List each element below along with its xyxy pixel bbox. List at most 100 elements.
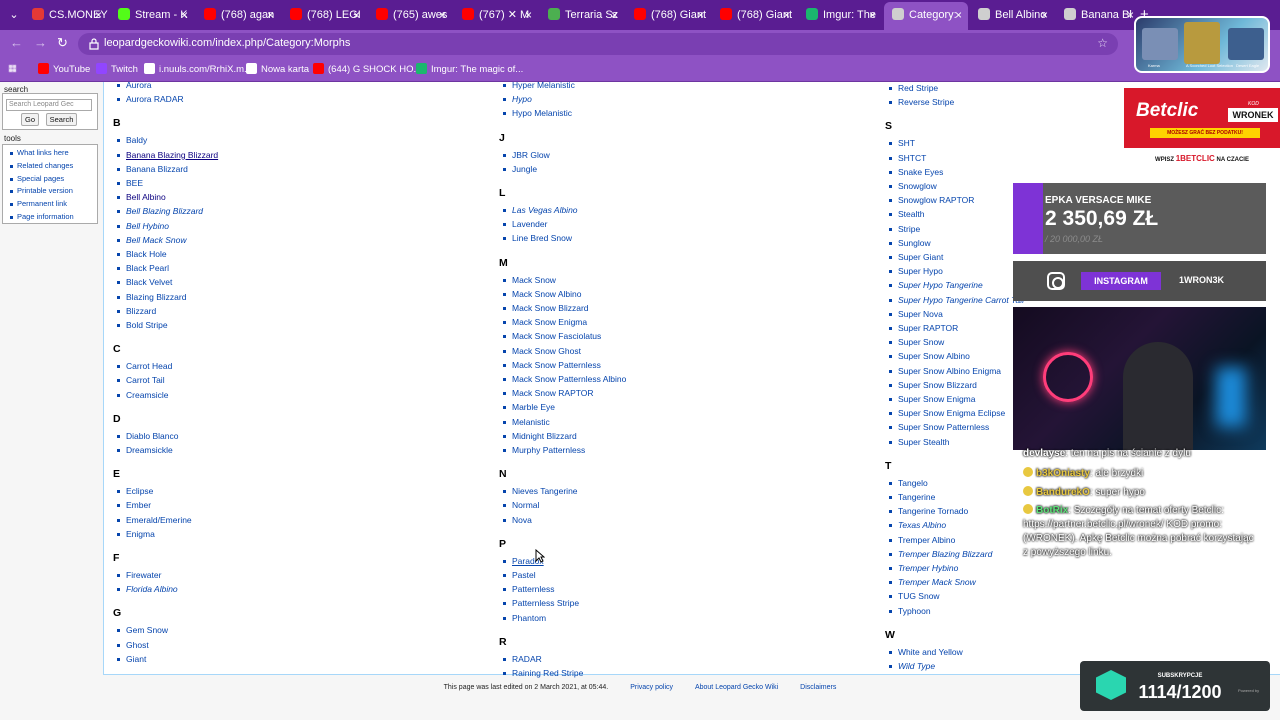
morph-link[interactable]: Patternless bbox=[499, 584, 555, 594]
morph-link[interactable]: Nova bbox=[499, 515, 532, 525]
morph-link[interactable]: Ghost bbox=[113, 640, 149, 650]
privacy-policy-link[interactable]: Privacy policy bbox=[630, 684, 673, 691]
tool-link[interactable]: Related changes bbox=[3, 161, 97, 174]
morph-link[interactable]: Bell Blazing Blizzard bbox=[113, 206, 203, 216]
morph-link[interactable]: Nieves Tangerine bbox=[499, 486, 578, 496]
tab-close-icon[interactable]: × bbox=[955, 2, 962, 28]
morph-link[interactable]: Mack Snow Blizzard bbox=[499, 303, 589, 313]
morph-link[interactable]: Black Velvet bbox=[113, 277, 172, 287]
morph-link[interactable]: Bell Mack Snow bbox=[113, 235, 186, 245]
morph-link[interactable]: Sunglow bbox=[885, 238, 931, 248]
browser-tab[interactable]: CS.MONEY × bbox=[24, 5, 108, 25]
tab-close-icon[interactable]: × bbox=[95, 5, 102, 25]
morph-link[interactable]: Super Snow Blizzard bbox=[885, 380, 977, 390]
morph-link[interactable]: White and Yellow bbox=[885, 647, 963, 657]
reload-icon[interactable]: ↻ bbox=[57, 35, 68, 51]
morph-link[interactable]: Black Pearl bbox=[113, 263, 169, 273]
morph-link[interactable]: Mack Snow Patternless bbox=[499, 360, 601, 370]
go-button[interactable]: Go bbox=[21, 113, 39, 126]
morph-link[interactable]: Florida Albino bbox=[113, 584, 178, 594]
morph-link[interactable]: Murphy Patternless bbox=[499, 445, 585, 455]
morph-link[interactable]: Hyper Melanistic bbox=[499, 82, 575, 90]
morph-link[interactable]: Carrot Tail bbox=[113, 375, 165, 385]
morph-link[interactable]: Aurora RADAR bbox=[113, 94, 184, 104]
forward-icon[interactable]: → bbox=[34, 35, 47, 50]
morph-link[interactable]: Typhoon bbox=[885, 606, 931, 616]
morph-link[interactable]: Snowglow RAPTOR bbox=[885, 195, 974, 205]
morph-link[interactable]: Super Snow Albino bbox=[885, 351, 970, 361]
morph-link[interactable]: Banana Blazing Blizzard bbox=[113, 150, 218, 160]
morph-link[interactable]: Super Giant bbox=[885, 252, 943, 262]
morph-link[interactable]: JBR Glow bbox=[499, 150, 550, 160]
bookmark-item[interactable]: i.nuuls.com/RrhiX.m... bbox=[144, 63, 252, 75]
morph-link[interactable]: Tangerine Tornado bbox=[885, 506, 968, 516]
about-link[interactable]: About Leopard Gecko Wiki bbox=[695, 684, 778, 691]
browser-tab[interactable]: (765) awes × bbox=[368, 5, 452, 25]
morph-link[interactable]: SHT bbox=[885, 138, 915, 148]
morph-link[interactable]: Stealth bbox=[885, 209, 924, 219]
morph-link[interactable]: Mack Snow Albino bbox=[499, 289, 581, 299]
morph-link[interactable]: RADAR bbox=[499, 654, 542, 664]
morph-link[interactable]: Super Nova bbox=[885, 309, 943, 319]
tab-close-icon[interactable]: × bbox=[611, 5, 618, 25]
morph-link[interactable]: Tangerine bbox=[885, 492, 935, 502]
morph-link[interactable]: Jungle bbox=[499, 164, 537, 174]
morph-link[interactable]: Banana Blizzard bbox=[113, 164, 188, 174]
morph-link[interactable]: Texas Albino bbox=[885, 520, 946, 530]
morph-link[interactable]: Bell Hybino bbox=[113, 221, 169, 231]
morph-link[interactable]: Tremper Hybino bbox=[885, 563, 958, 573]
morph-link[interactable]: Mack Snow Fasciolatus bbox=[499, 331, 601, 341]
morph-link[interactable]: Carrot Head bbox=[113, 361, 172, 371]
morph-link[interactable]: Emerald/Emerine bbox=[113, 515, 192, 525]
bookmark-star-icon[interactable]: ☆ bbox=[1097, 36, 1108, 50]
tab-close-icon[interactable]: × bbox=[869, 5, 876, 25]
bookmark-item[interactable]: YouTube bbox=[38, 63, 90, 75]
morph-link[interactable]: Tremper Mack Snow bbox=[885, 577, 976, 587]
morph-link[interactable]: SHTCT bbox=[885, 153, 926, 163]
morph-link[interactable]: Stripe bbox=[885, 224, 920, 234]
tab-close-icon[interactable]: × bbox=[697, 5, 704, 25]
morph-link[interactable]: Diablo Blanco bbox=[113, 431, 178, 441]
morph-link[interactable]: Tremper Albino bbox=[885, 535, 955, 545]
morph-link[interactable]: Aurora bbox=[113, 82, 152, 90]
morph-link[interactable]: Eclipse bbox=[113, 486, 153, 496]
morph-link[interactable]: Raining Red Stripe bbox=[499, 668, 583, 678]
morph-link[interactable]: Patternless Stripe bbox=[499, 598, 579, 608]
morph-link[interactable]: Tangelo bbox=[885, 478, 928, 488]
morph-link[interactable]: Snake Eyes bbox=[885, 167, 943, 177]
morph-link[interactable]: Super Hypo bbox=[885, 266, 943, 276]
search-input[interactable]: Search Leopard Gec bbox=[6, 99, 92, 111]
morph-link[interactable]: Hypo bbox=[499, 94, 532, 104]
site-info-icon[interactable] bbox=[88, 37, 100, 50]
tab-close-icon[interactable]: × bbox=[439, 5, 446, 25]
tool-link[interactable]: Printable version bbox=[3, 186, 97, 199]
morph-link[interactable]: Ember bbox=[113, 500, 151, 510]
browser-tab[interactable]: Stream - K × bbox=[110, 5, 194, 25]
bookmark-item[interactable]: (644) G SHOCK HO... bbox=[313, 63, 421, 75]
morph-link[interactable]: Baldy bbox=[113, 135, 147, 145]
tab-close-icon[interactable]: × bbox=[1127, 5, 1134, 25]
morph-link[interactable]: Giant bbox=[113, 654, 146, 664]
browser-tab[interactable]: Terraria Sz × bbox=[540, 5, 624, 25]
browser-tab[interactable]: Imgur: The × bbox=[798, 5, 882, 25]
morph-link[interactable]: TUG Snow bbox=[885, 591, 940, 601]
morph-link[interactable]: Mack Snow Ghost bbox=[499, 346, 581, 356]
tab-close-icon[interactable]: × bbox=[181, 5, 188, 25]
tool-link[interactable]: Special pages bbox=[3, 174, 97, 187]
morph-link[interactable]: Bold Stripe bbox=[113, 320, 168, 330]
morph-link[interactable]: Blazing Blizzard bbox=[113, 292, 186, 302]
morph-link[interactable]: Super Snow Enigma Eclipse bbox=[885, 408, 1005, 418]
morph-link[interactable]: Mack Snow bbox=[499, 275, 556, 285]
morph-link[interactable]: Super Snow Patternless bbox=[885, 422, 989, 432]
morph-link[interactable]: Lavender bbox=[499, 219, 547, 229]
tab-close-icon[interactable]: × bbox=[783, 5, 790, 25]
morph-link[interactable]: Phantom bbox=[499, 613, 546, 623]
morph-link[interactable]: BEE bbox=[113, 178, 143, 188]
morph-link[interactable]: Las Vegas Albino bbox=[499, 205, 578, 215]
morph-link[interactable]: Black Hole bbox=[113, 249, 167, 259]
morph-link[interactable]: Tremper Blazing Blizzard bbox=[885, 549, 992, 559]
tab-close-icon[interactable]: × bbox=[353, 5, 360, 25]
morph-link[interactable]: Mack Snow Patternless Albino bbox=[499, 374, 626, 384]
morph-link[interactable]: Super Hypo Tangerine Carrot Tail bbox=[885, 295, 1024, 305]
address-bar[interactable]: leopardgeckowiki.com/index.php/Category:… bbox=[78, 33, 1118, 55]
